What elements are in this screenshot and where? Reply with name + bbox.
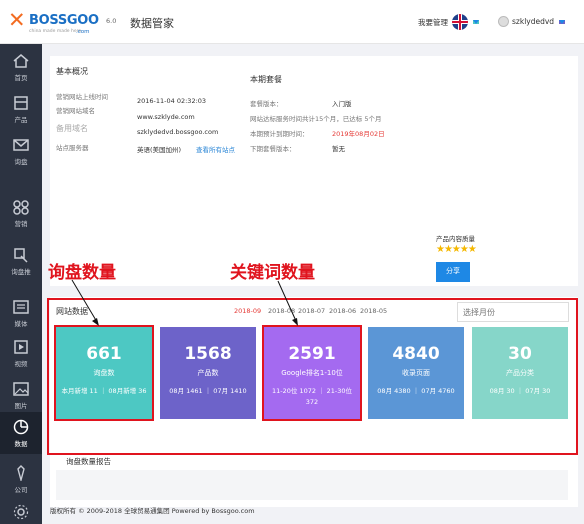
sidebar-item-label: 询盘推 bbox=[11, 268, 31, 276]
logo-x-mark: ✕ bbox=[8, 8, 26, 32]
avatar[interactable] bbox=[498, 16, 509, 27]
footer-copyright: 版权所有 © 2009-2018 全球贸易通集团 Powered by Boss… bbox=[50, 507, 255, 515]
inquiry-icon bbox=[13, 139, 29, 151]
server-label: 站点服务器 bbox=[56, 144, 89, 152]
sidebar-item-home[interactable]: 首页 bbox=[0, 46, 42, 86]
sidebar-item-label: 公司 bbox=[14, 486, 28, 494]
video-icon bbox=[14, 340, 28, 354]
bossgoo-logo[interactable]: ✕ BOSSGOO china made made here .com 6.0 bbox=[8, 8, 116, 38]
version-label: 6.0 bbox=[106, 17, 117, 25]
next-plan-value: 暂无 bbox=[332, 145, 345, 153]
site-online-label: 营销网站上线时间 bbox=[56, 93, 108, 101]
expire-value: 2019年08月02日 bbox=[332, 130, 385, 138]
sidebar: 首页 产品 询盘 营销 询盘推 媒体 视频 图片 数据 公司 bbox=[0, 44, 42, 524]
inquiry-report-area bbox=[56, 470, 568, 500]
sidebar-item-video[interactable]: 视频 bbox=[0, 332, 42, 372]
logo-tagline: china made made here bbox=[29, 29, 82, 34]
user-dropdown-caret-icon[interactable] bbox=[559, 20, 565, 24]
annotation-outline-inquiry bbox=[54, 325, 154, 421]
sidebar-item-label: 询盘 bbox=[14, 158, 28, 166]
plan-version-label: 套餐版本： bbox=[250, 100, 283, 108]
image-icon bbox=[13, 382, 29, 396]
logo-suffix: .com bbox=[76, 29, 90, 35]
marketing-icon bbox=[13, 200, 29, 215]
domain-value[interactable]: www.szklyde.com bbox=[137, 113, 195, 121]
sidebar-item-inquiry-push[interactable]: 询盘推 bbox=[0, 240, 42, 280]
quality-label: 产品内容质量 bbox=[436, 235, 475, 243]
username[interactable]: szklydedvd bbox=[512, 17, 554, 26]
inquiry-push-icon bbox=[14, 248, 28, 263]
subdomain-value[interactable]: szklydedvd.bossgoo.com bbox=[137, 128, 218, 136]
sidebar-item-label: 产品 bbox=[14, 116, 28, 124]
product-icon bbox=[14, 96, 28, 110]
language-dropdown-caret-icon[interactable] bbox=[473, 20, 479, 24]
annotation-outline-keyword bbox=[262, 325, 362, 421]
domain-label: 营销网站域名 bbox=[56, 107, 95, 115]
uk-flag-icon[interactable] bbox=[452, 14, 468, 30]
sidebar-item-label: 首页 bbox=[14, 74, 28, 82]
inquiry-report-title: 询盘数量报告 bbox=[66, 457, 111, 466]
plan-title: 本期套餐 bbox=[250, 75, 282, 84]
overview-panel bbox=[50, 56, 578, 286]
sidebar-item-label: 营销 bbox=[14, 220, 28, 228]
manage-link[interactable]: 我要管理 bbox=[418, 17, 448, 28]
sidebar-item-label: 媒体 bbox=[14, 320, 28, 328]
overview-title: 基本概况 bbox=[56, 67, 88, 76]
sidebar-item-media[interactable]: 媒体 bbox=[0, 292, 42, 332]
site-online-value: 2016-11-04 02:32:03 bbox=[137, 97, 207, 105]
annotation-inquiry-label: 询盘数量 bbox=[48, 263, 116, 283]
sidebar-item-label: 视频 bbox=[14, 360, 28, 368]
sidebar-item-label: 数据 bbox=[14, 440, 28, 448]
settings-icon bbox=[13, 504, 29, 520]
top-header: ✕ BOSSGOO china made made here .com 6.0 … bbox=[0, 0, 584, 44]
sidebar-item-company[interactable]: 公司 bbox=[0, 458, 42, 498]
sidebar-item-label: 图片 bbox=[14, 402, 28, 410]
app-title: 数据管家 bbox=[130, 17, 174, 30]
share-button[interactable]: 分享 bbox=[436, 262, 470, 282]
quality-stars: ★★★★★ bbox=[436, 244, 477, 255]
expire-label: 本期预计到期时间： bbox=[250, 130, 309, 138]
alias-domain-label: 备用域名 bbox=[56, 124, 88, 133]
company-icon bbox=[17, 465, 25, 481]
sidebar-item-data[interactable]: 数据 bbox=[0, 412, 42, 454]
server-value: 英语(美国加州) bbox=[137, 146, 182, 154]
sidebar-item-settings[interactable] bbox=[0, 500, 42, 524]
annotation-keyword-label: 关键词数量 bbox=[230, 263, 315, 283]
logo-brand: BOSSGOO bbox=[29, 13, 99, 28]
sidebar-item-products[interactable]: 产品 bbox=[0, 88, 42, 128]
data-icon bbox=[13, 419, 29, 435]
plan-version-value: 入门版 bbox=[332, 100, 352, 108]
sidebar-item-inquiry[interactable]: 询盘 bbox=[0, 130, 42, 170]
home-icon bbox=[13, 54, 29, 68]
sidebar-item-images[interactable]: 图片 bbox=[0, 374, 42, 414]
next-plan-label: 下期套餐版本： bbox=[250, 145, 296, 153]
media-icon bbox=[13, 300, 29, 314]
service-period-text: 网站达标服务时间共计15个月，已达标 5个月 bbox=[250, 115, 382, 123]
view-all-sites-link[interactable]: 查看所有站点 bbox=[196, 144, 235, 154]
sidebar-item-marketing[interactable]: 营销 bbox=[0, 192, 42, 232]
